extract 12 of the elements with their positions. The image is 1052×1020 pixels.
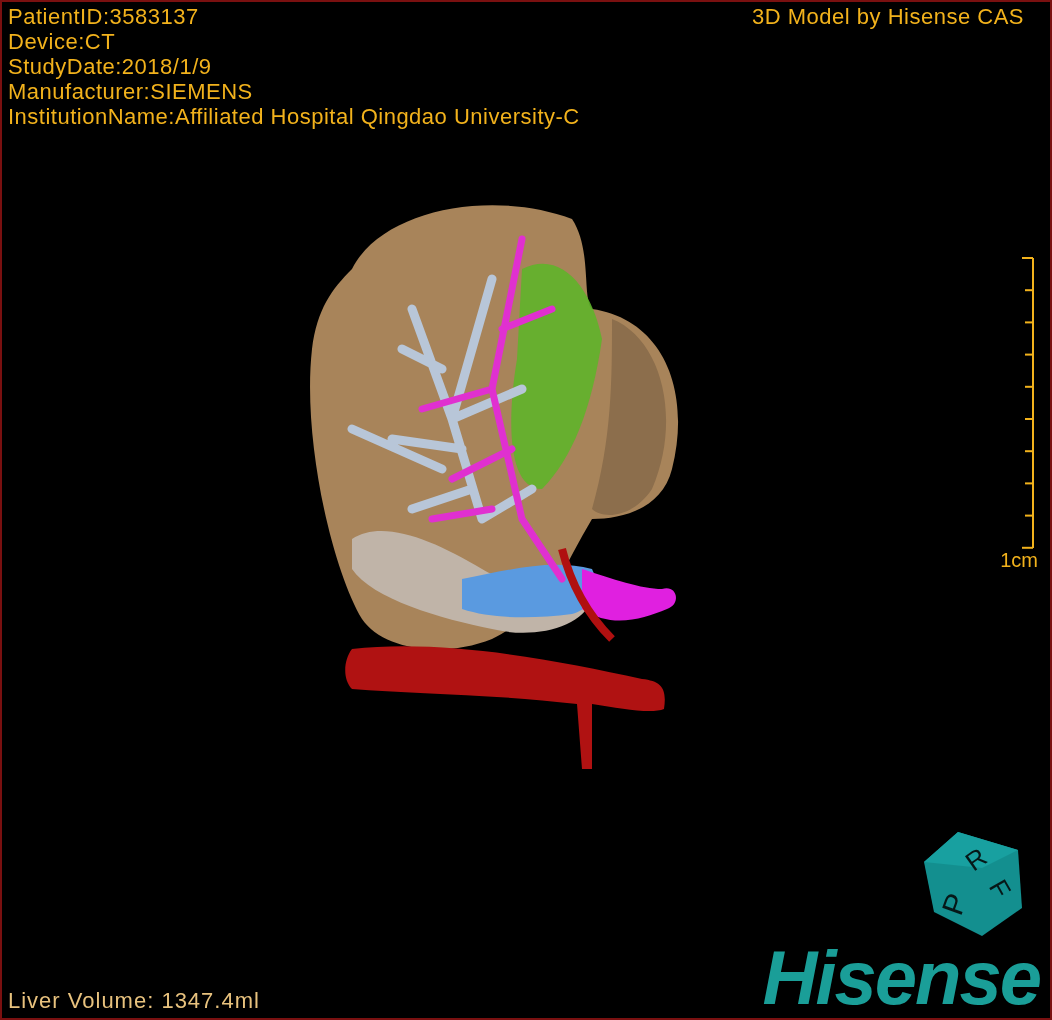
info-text: InstitutionName:Affiliated Hospital Qingdao University-C (8, 104, 580, 129)
info-text: PatientID:3583137 (8, 4, 200, 29)
cube-label: R (959, 841, 993, 877)
cube-label: P (935, 888, 974, 919)
cube-label: F (983, 874, 1018, 904)
liver-volume-text: Liver Volume: 1347.4ml (8, 988, 260, 1015)
info-text: StudyDate:2018/1/9 (8, 54, 213, 79)
scale-label: 1cm (1000, 548, 1038, 571)
info-text: Manufacturer:SIEMENS (8, 79, 254, 104)
brand-logo: Hisense (762, 938, 1041, 1018)
view-title: 3D Model by Hisense CAS (752, 4, 1025, 29)
info-text: Device:CT (8, 29, 117, 54)
